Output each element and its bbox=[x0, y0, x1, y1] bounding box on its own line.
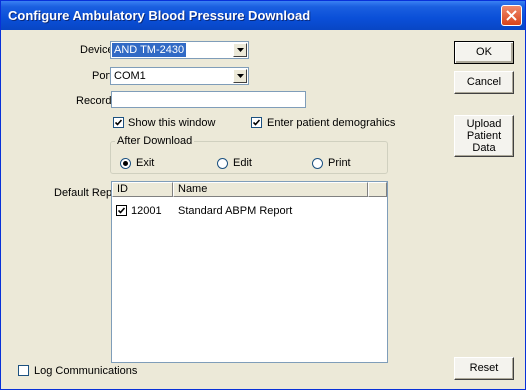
upload-button-line2: Patient bbox=[466, 130, 502, 142]
cancel-button-label: Cancel bbox=[466, 76, 502, 88]
report-row-name: Standard ABPM Report bbox=[178, 205, 293, 217]
device-dropdown-button[interactable] bbox=[233, 43, 247, 57]
close-button[interactable] bbox=[501, 5, 522, 26]
chevron-down-icon bbox=[237, 48, 244, 52]
log-communications-label: Log Communications bbox=[34, 365, 138, 377]
reset-button[interactable]: Reset bbox=[454, 357, 514, 380]
show-window-checkbox[interactable] bbox=[113, 117, 124, 128]
window-title: Configure Ambulatory Blood Pressure Down… bbox=[8, 8, 311, 23]
column-header-name[interactable]: Name bbox=[173, 182, 368, 197]
device-label: Device bbox=[80, 44, 114, 56]
record-label: Record bbox=[76, 95, 112, 107]
record-input[interactable] bbox=[111, 91, 306, 108]
chevron-down-icon bbox=[237, 74, 244, 78]
table-row[interactable]: 12001 Standard ABPM Report bbox=[112, 202, 387, 218]
report-list[interactable]: ID Name 12001 Standard ABPM Report bbox=[111, 181, 388, 363]
close-icon bbox=[506, 10, 517, 21]
default-report-label: Default Repo bbox=[54, 187, 112, 199]
column-header-id[interactable]: ID bbox=[112, 182, 173, 197]
checkmark-icon bbox=[118, 207, 125, 214]
edit-radio-label: Edit bbox=[233, 157, 252, 169]
port-dropdown-button[interactable] bbox=[233, 69, 247, 83]
report-row-checkbox[interactable] bbox=[116, 205, 127, 216]
checkmark-icon bbox=[115, 119, 122, 126]
log-communications-checkbox[interactable] bbox=[18, 365, 29, 376]
device-combobox[interactable]: AND TM-2430 bbox=[110, 41, 249, 59]
cancel-button[interactable]: Cancel bbox=[454, 71, 514, 94]
enter-demographics-label: Enter patient demograhics bbox=[267, 117, 396, 129]
enter-demographics-checkbox[interactable] bbox=[251, 117, 262, 128]
report-row-id: 12001 bbox=[131, 205, 162, 217]
port-combobox[interactable]: COM1 bbox=[110, 67, 249, 85]
upload-button-line1: Upload bbox=[466, 118, 502, 130]
upload-patient-data-button[interactable]: Upload Patient Data bbox=[454, 115, 514, 157]
ok-button-label: OK bbox=[476, 46, 492, 58]
upload-button-line3: Data bbox=[472, 142, 496, 154]
checkmark-icon bbox=[253, 119, 260, 126]
reset-button-label: Reset bbox=[469, 362, 499, 374]
device-value: AND TM-2430 bbox=[112, 43, 187, 57]
exit-radio[interactable] bbox=[120, 158, 131, 169]
record-value bbox=[113, 93, 117, 107]
port-value: COM1 bbox=[114, 70, 146, 82]
title-bar[interactable]: Configure Ambulatory Blood Pressure Down… bbox=[1, 1, 525, 30]
print-radio[interactable] bbox=[312, 158, 323, 169]
dialog-window: Configure Ambulatory Blood Pressure Down… bbox=[0, 0, 526, 390]
after-download-label: After Download bbox=[115, 135, 195, 147]
show-window-label: Show this window bbox=[128, 117, 216, 129]
column-header-filler bbox=[368, 182, 387, 197]
edit-radio[interactable] bbox=[217, 158, 228, 169]
print-radio-label: Print bbox=[328, 157, 351, 169]
exit-radio-label: Exit bbox=[136, 157, 155, 169]
ok-button[interactable]: OK bbox=[454, 41, 514, 64]
